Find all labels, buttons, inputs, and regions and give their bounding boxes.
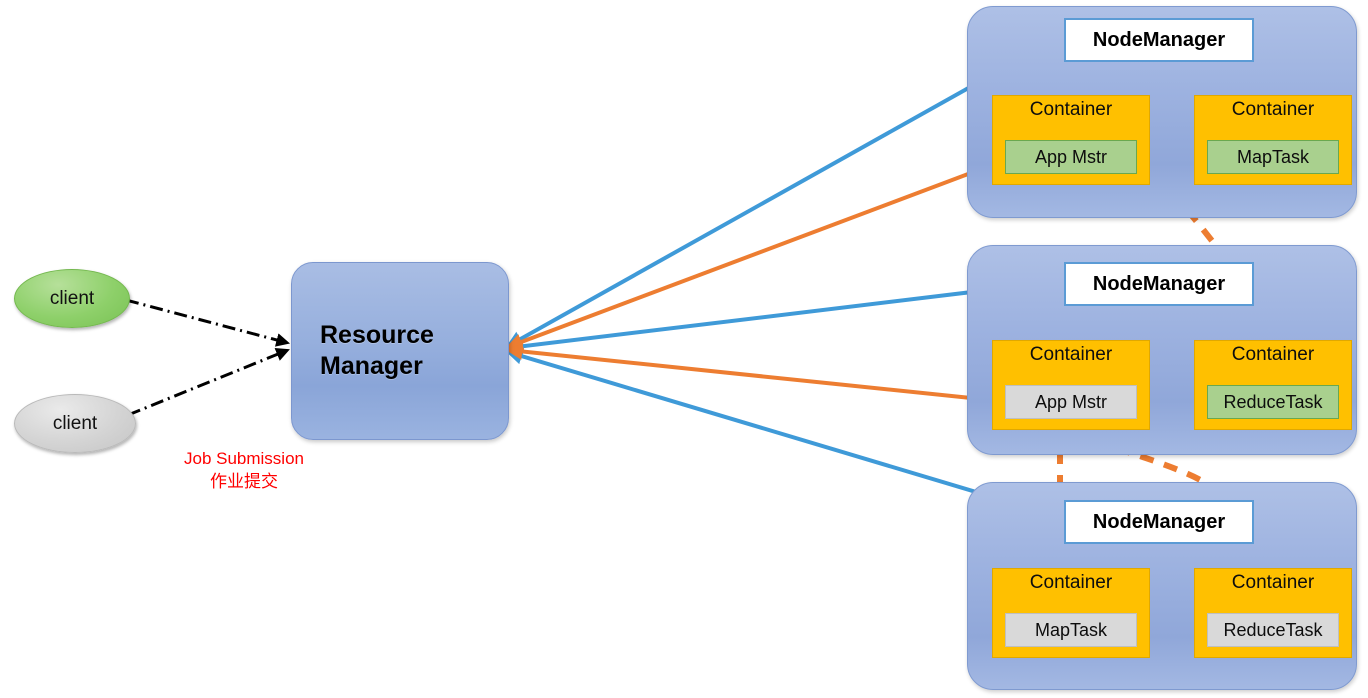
- node-manager-panel-1[interactable]: NodeManager Container App Mstr Container…: [967, 6, 1357, 218]
- task-box-reduce-task[interactable]: ReduceTask: [1207, 385, 1339, 419]
- task-box-map-task[interactable]: MapTask: [1207, 140, 1339, 174]
- resource-manager-line2: Manager: [320, 352, 423, 380]
- container-box-3-2[interactable]: Container ReduceTask: [1194, 568, 1352, 658]
- node-manager-panel-3[interactable]: NodeManager Container MapTask Container …: [967, 482, 1357, 690]
- container-label: Container: [1029, 572, 1113, 593]
- container-label: Container: [1231, 99, 1315, 120]
- container-label: Container: [1029, 344, 1113, 365]
- client-node-green[interactable]: client: [14, 269, 130, 328]
- job-submission-label-zh: 作业提交: [210, 471, 278, 491]
- task-box-app-mstr[interactable]: App Mstr: [1005, 140, 1137, 174]
- node-manager-title-label: NodeManager: [1092, 28, 1226, 51]
- container-box-3-1[interactable]: Container MapTask: [992, 568, 1150, 658]
- container-label: Container: [1029, 99, 1113, 120]
- resource-manager-node[interactable]: Resource Manager: [291, 262, 509, 440]
- job-submission-caption: Job Submission 作业提交: [128, 448, 360, 494]
- edge-client-to-resourcemanager: [125, 298, 291, 417]
- container-box-1-2[interactable]: Container MapTask: [1194, 95, 1352, 185]
- job-submission-label-en: Job Submission: [183, 449, 304, 468]
- node-manager-title-label: NodeManager: [1092, 272, 1226, 295]
- task-box-map-task[interactable]: MapTask: [1005, 613, 1137, 647]
- node-manager-panel-2[interactable]: NodeManager Container App Mstr Container…: [967, 245, 1357, 455]
- task-box-app-mstr[interactable]: App Mstr: [1005, 385, 1137, 419]
- node-manager-title-2[interactable]: NodeManager: [1064, 262, 1254, 306]
- client-node-grey[interactable]: client: [14, 394, 136, 453]
- resource-manager-line1: Resource: [320, 320, 434, 349]
- edge-resourcemanager-to-appmaster: [505, 159, 1003, 408]
- node-manager-title-3[interactable]: NodeManager: [1064, 500, 1254, 544]
- task-box-reduce-task[interactable]: ReduceTask: [1207, 613, 1339, 647]
- client-label: client: [49, 287, 95, 309]
- container-label: Container: [1231, 344, 1315, 365]
- node-manager-title-label: NodeManager: [1092, 510, 1226, 533]
- resource-manager-label: Resource Manager: [292, 320, 434, 383]
- container-box-1-1[interactable]: Container App Mstr: [992, 95, 1150, 185]
- container-box-2-1[interactable]: Container App Mstr: [992, 340, 1150, 430]
- node-manager-title-1[interactable]: NodeManager: [1064, 18, 1254, 62]
- diagram-canvas: client client Job Submission 作业提交 Resour…: [0, 0, 1368, 698]
- client-label: client: [52, 412, 98, 434]
- container-box-2-2[interactable]: Container ReduceTask: [1194, 340, 1352, 430]
- container-label: Container: [1231, 572, 1315, 593]
